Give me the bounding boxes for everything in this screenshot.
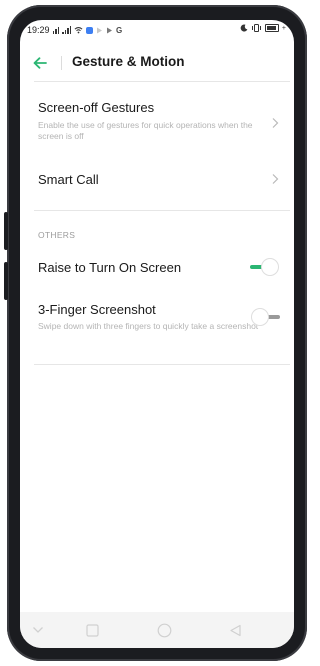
setting-row-screen-off-gestures[interactable]: Screen-off Gestures Enable the use of ge… — [20, 90, 294, 150]
setting-subtitle: Swipe down with three fingers to quickly… — [38, 321, 259, 331]
divider — [34, 364, 290, 365]
play-icon — [107, 27, 113, 33]
setting-title: Smart Call — [38, 172, 99, 187]
status-bar: 19:29 G + — [20, 20, 294, 40]
page-title: Gesture & Motion — [72, 54, 185, 69]
play-icon — [97, 27, 103, 33]
setting-subtitle: Enable the use of gestures for quick ope… — [38, 120, 253, 141]
signal-icon — [62, 26, 72, 34]
back-nav-button[interactable] — [227, 622, 243, 638]
volume-button — [4, 212, 8, 250]
setting-row-three-finger-screenshot[interactable]: 3-Finger Screenshot Swipe down with thre… — [20, 296, 294, 350]
section-label-others: OTHERS — [38, 230, 76, 240]
signal-icon — [52, 26, 60, 34]
phone-screen: 19:29 G + Gesture & Motion Screen-off Ge… — [20, 20, 294, 648]
toggle-switch-off[interactable] — [248, 306, 282, 328]
header-divider — [61, 56, 62, 70]
divider — [34, 81, 290, 82]
chevron-right-icon — [272, 118, 279, 128]
triangle-back-icon — [229, 624, 241, 636]
setting-title: 3-Finger Screenshot — [38, 302, 156, 317]
google-icon: G — [116, 25, 123, 35]
recent-apps-button[interactable] — [84, 622, 100, 638]
status-time: 19:29 — [27, 25, 50, 35]
charging-dot: + — [281, 24, 286, 32]
battery-icon — [264, 24, 279, 32]
toggle-switch-on[interactable] — [248, 256, 282, 278]
chevron-right-icon — [272, 174, 279, 184]
back-button[interactable] — [27, 50, 53, 76]
vibrate-icon — [251, 24, 261, 32]
wifi-icon — [74, 26, 83, 34]
setting-row-smart-call[interactable]: Smart Call — [20, 160, 294, 196]
square-icon — [85, 623, 99, 637]
arrow-left-icon — [33, 57, 47, 69]
header: Gesture & Motion — [20, 44, 294, 82]
moon-icon — [240, 24, 248, 32]
volume-button — [4, 262, 8, 300]
home-button[interactable] — [156, 622, 172, 638]
circle-icon — [157, 623, 171, 637]
setting-row-raise-to-turn-on[interactable]: Raise to Turn On Screen — [20, 250, 294, 284]
divider — [34, 210, 290, 211]
app-notification-icon — [86, 26, 94, 34]
navigation-bar — [20, 612, 294, 648]
chevron-down-icon[interactable] — [30, 622, 46, 638]
setting-title: Screen-off Gestures — [38, 100, 155, 115]
setting-title: Raise to Turn On Screen — [38, 260, 182, 275]
